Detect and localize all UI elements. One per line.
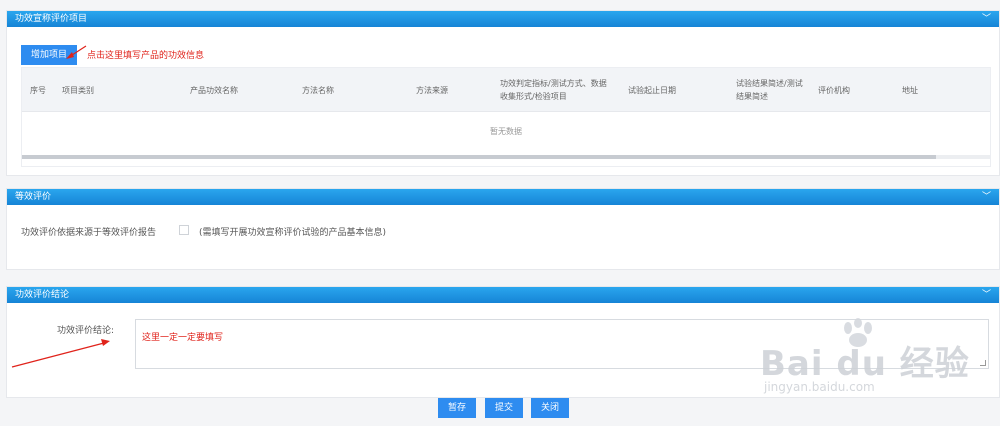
table-header: 序号 项目类别 产品功效名称 方法名称 方法来源 功效判定指标/测试方式、数据收… — [22, 68, 990, 112]
equivalent-evaluation-title: 等效评价 — [15, 192, 52, 202]
table-horizontal-scrollbar[interactable] — [22, 155, 990, 159]
efficacy-items-title: 功效宣称评价项目 — [15, 14, 88, 24]
col-evaluation-org: 评价机构 — [818, 85, 850, 95]
table-empty-text: 暂无数据 — [490, 127, 522, 136]
submit-button[interactable]: 提交 — [485, 398, 523, 418]
equivalent-report-hint: (需填写开展功效宣称评价试验的产品基本信息) — [199, 228, 387, 238]
efficacy-table: 序号 项目类别 产品功效名称 方法名称 方法来源 功效判定指标/测试方式、数据收… — [21, 67, 991, 167]
equivalent-report-label: 功效评价依据来源于等效评价报告 — [21, 228, 157, 238]
col-test-dates: 试验起止日期 — [628, 85, 676, 95]
col-result-summary: 试验结果简述/测试结果简述 — [736, 79, 803, 101]
efficacy-items-header[interactable]: 功效宣称评价项目 ﹀ — [7, 11, 999, 27]
resize-grip-icon[interactable] — [980, 360, 986, 366]
efficacy-conclusion-title: 功效评价结论 — [15, 290, 70, 300]
col-category: 项目类别 — [62, 85, 94, 95]
add-item-button[interactable]: 增加项目 — [21, 45, 77, 65]
equivalent-report-checkbox[interactable] — [179, 225, 189, 235]
watermark-brand: Bai du 经验 — [760, 344, 970, 384]
close-button[interactable]: 关闭 — [531, 398, 569, 418]
col-index: 序号 — [30, 85, 46, 95]
page: 功效宣称评价项目 ﹀ 增加项目 点击这里填写产品的功效信息 序号 项目类别 产品… — [0, 0, 1000, 426]
efficacy-conclusion-header[interactable]: 功效评价结论 ﹀ — [7, 287, 999, 303]
chevron-down-icon[interactable]: ﹀ — [982, 11, 991, 27]
annotation-fill-efficacy: 点击这里填写产品的功效信息 — [87, 51, 205, 61]
equivalent-evaluation-section: 等效评价 ﹀ 功效评价依据来源于等效评价报告 (需填写开展功效宣称评价试验的产品… — [6, 188, 1000, 270]
conclusion-label: 功效评价结论: — [57, 326, 115, 336]
col-judgment-indicator: 功效判定指标/测试方式、数据收集形式/检验项目 — [500, 79, 607, 101]
col-address: 地址 — [902, 85, 918, 95]
scrollbar-thumb[interactable] — [22, 155, 936, 159]
baidu-watermark-logo: Bai du 经验 jingyan.baidu.com — [760, 318, 969, 408]
chevron-down-icon[interactable]: ﹀ — [982, 287, 991, 303]
efficacy-items-section: 功效宣称评价项目 ﹀ 增加项目 点击这里填写产品的功效信息 序号 项目类别 产品… — [6, 10, 1000, 176]
col-method-source: 方法来源 — [416, 85, 448, 95]
chevron-down-icon[interactable]: ﹀ — [982, 189, 991, 205]
col-method-name: 方法名称 — [302, 85, 334, 95]
watermark-url: jingyan.baidu.com — [764, 380, 875, 394]
col-efficacy-name: 产品功效名称 — [190, 85, 238, 95]
conclusion-value: 这里一定一定要填写 — [142, 333, 224, 343]
equivalent-evaluation-header[interactable]: 等效评价 ﹀ — [7, 189, 999, 205]
save-draft-button[interactable]: 暂存 — [438, 398, 476, 418]
